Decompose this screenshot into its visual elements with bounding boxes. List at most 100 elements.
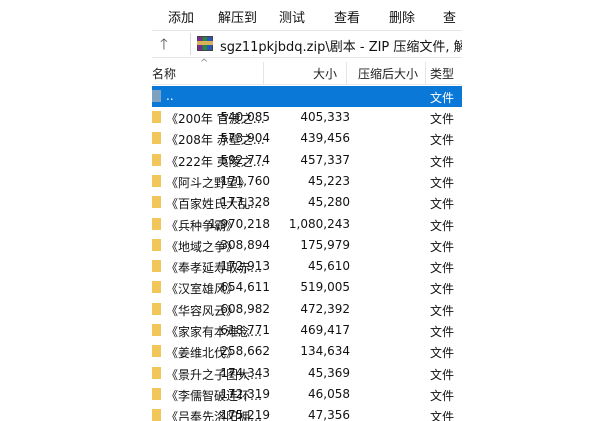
file-row[interactable]: 《姜维北伐》 258,662 134,634 文件 (152, 341, 462, 362)
file-compressed-size: 45,280 (308, 195, 350, 210)
archive-icon-band (197, 41, 213, 45)
folder-icon (152, 238, 161, 251)
file-row[interactable]: 《奉孝延寿取赤… 172,913 45,610 文件 (152, 256, 462, 277)
file-type: 文件 (430, 154, 455, 169)
file-compressed-size: 134,634 (300, 344, 350, 359)
folder-icon (152, 281, 161, 294)
folder-icon (152, 196, 161, 209)
file-row[interactable]: 《家家有本难念… 618,771 469,417 文件 (152, 320, 462, 341)
folder-icon (152, 387, 161, 400)
file-size: 592,774 (220, 152, 270, 167)
file-type: 文件 (430, 133, 455, 148)
file-compressed-size: 45,369 (308, 365, 350, 380)
file-row[interactable]: 《百家姓氏大乱… 177,328 45,280 文件 (152, 192, 462, 213)
parent-folder-icon (152, 90, 161, 102)
file-type: 文件 (430, 367, 455, 382)
test-button[interactable]: 测试 (279, 7, 305, 26)
file-compressed-size: 46,058 (308, 386, 350, 401)
file-type: 文件 (430, 303, 455, 318)
file-compressed-size: 45,223 (308, 173, 350, 188)
up-folder-button[interactable]: 🡑 (152, 31, 186, 57)
file-compressed-size: 469,417 (300, 323, 350, 337)
archive-window: 添加 解压到 测试 查看 删除 查 🡑 sgz11pkjbdq.zip\剧本 -… (152, 0, 462, 421)
sort-up-icon: ^ (200, 58, 209, 69)
file-compressed-size: 47,356 (308, 408, 350, 421)
file-size: 258,662 (220, 344, 270, 359)
file-row[interactable]: 《华容风云》 608,982 472,392 文件 (152, 299, 462, 320)
toolbar: 添加 解压到 测试 查看 删除 查 (152, 0, 462, 28)
col-size[interactable]: 大小 (313, 65, 337, 82)
file-name: .. (166, 89, 174, 103)
file-size: 573,904 (220, 131, 270, 146)
folder-icon (152, 132, 161, 145)
file-size: 540,085 (220, 110, 270, 124)
file-type: 文件 (430, 175, 455, 190)
folder-icon (152, 153, 161, 166)
file-size: 175,219 (220, 408, 270, 421)
file-type: 文件 (430, 197, 455, 212)
file-type: 文件 (430, 346, 455, 361)
file-size: 608,982 (220, 301, 270, 316)
file-row[interactable]: 《地域之争》 308,894 175,979 文件 (152, 235, 462, 256)
file-size: 174,343 (220, 365, 270, 380)
file-row[interactable]: 《阿斗之野望》 171,760 45,223 文件 (152, 171, 462, 192)
file-compressed-size: 175,979 (300, 237, 350, 252)
file-compressed-size: 405,333 (300, 110, 350, 124)
file-size: 171,760 (220, 173, 270, 188)
file-size: 618,771 (220, 323, 270, 337)
folder-icon (152, 324, 161, 336)
file-type: 文件 (430, 325, 455, 339)
file-size: 172,319 (220, 386, 270, 401)
col-divider[interactable] (346, 62, 347, 84)
file-compressed-size: 439,456 (300, 131, 350, 146)
parent-folder-row[interactable]: .. 文件 (152, 86, 462, 107)
address-bar: 🡑 sgz11pkjbdq.zip\剧本 - ZIP 压缩文件, 解包 (152, 30, 462, 58)
folder-icon (152, 345, 161, 358)
view-button[interactable]: 查看 (334, 7, 360, 26)
folder-icon (152, 366, 161, 379)
extract-to-button[interactable]: 解压到 (218, 7, 257, 26)
file-compressed-size: 45,610 (308, 259, 350, 274)
file-size: 177,328 (220, 195, 270, 210)
file-type: 文件 (430, 282, 455, 297)
folder-icon (152, 302, 161, 315)
column-header: ^ 名称 大小 压缩后大小 类型 (152, 58, 462, 85)
folder-icon (152, 174, 161, 187)
file-size: 654,611 (220, 280, 270, 295)
file-row[interactable]: 《222年 夷陵之… 592,774 457,337 文件 (152, 150, 462, 171)
file-row[interactable]: 《汉室雄风》 654,611 519,005 文件 (152, 277, 462, 298)
file-type: 文件 (430, 112, 455, 126)
col-divider[interactable] (263, 62, 264, 84)
file-size: 308,894 (220, 237, 270, 252)
file-type: 文件 (430, 218, 455, 233)
address-separator (190, 33, 191, 55)
file-row[interactable]: 《208年 赤壁之… 573,904 439,456 文件 (152, 128, 462, 149)
folder-icon (152, 111, 161, 123)
find-button[interactable]: 查 (443, 7, 456, 26)
file-row[interactable]: 《李儒智破连环… 172,319 46,058 文件 (152, 384, 462, 405)
col-type[interactable]: 类型 (430, 65, 454, 82)
folder-icon (152, 217, 161, 230)
file-size: 1,970,218 (208, 216, 270, 231)
file-compressed-size: 472,392 (300, 301, 350, 316)
col-name[interactable]: 名称 (152, 65, 176, 82)
file-type: 文件 (430, 239, 455, 254)
file-type: 文件 (430, 388, 455, 403)
file-row[interactable]: 《吕奉先洛阳拥… 175,219 47,356 文件 (152, 405, 462, 421)
file-row[interactable]: 《兵种争霸》 1,970,218 1,080,243 文件 (152, 214, 462, 235)
folder-icon (152, 260, 161, 273)
delete-button[interactable]: 删除 (389, 7, 415, 26)
file-type: 文件 (430, 261, 455, 276)
col-divider[interactable] (425, 62, 426, 84)
file-size: 172,913 (220, 259, 270, 274)
file-compressed-size: 1,080,243 (288, 216, 350, 231)
col-compressed[interactable]: 压缩后大小 (358, 65, 418, 82)
file-row[interactable]: 《200年 官渡之… 540,085 405,333 文件 (152, 107, 462, 128)
archive-path[interactable]: sgz11pkjbdq.zip\剧本 - ZIP 压缩文件, 解包 (220, 36, 462, 55)
file-row[interactable]: 《景升之子图大… 174,343 45,369 文件 (152, 363, 462, 384)
file-type: 文件 (430, 410, 455, 421)
file-compressed-size: 457,337 (300, 152, 350, 167)
file-compressed-size: 519,005 (300, 280, 350, 295)
up-arrow-icon: 🡑 (160, 35, 168, 53)
add-button[interactable]: 添加 (168, 7, 194, 26)
